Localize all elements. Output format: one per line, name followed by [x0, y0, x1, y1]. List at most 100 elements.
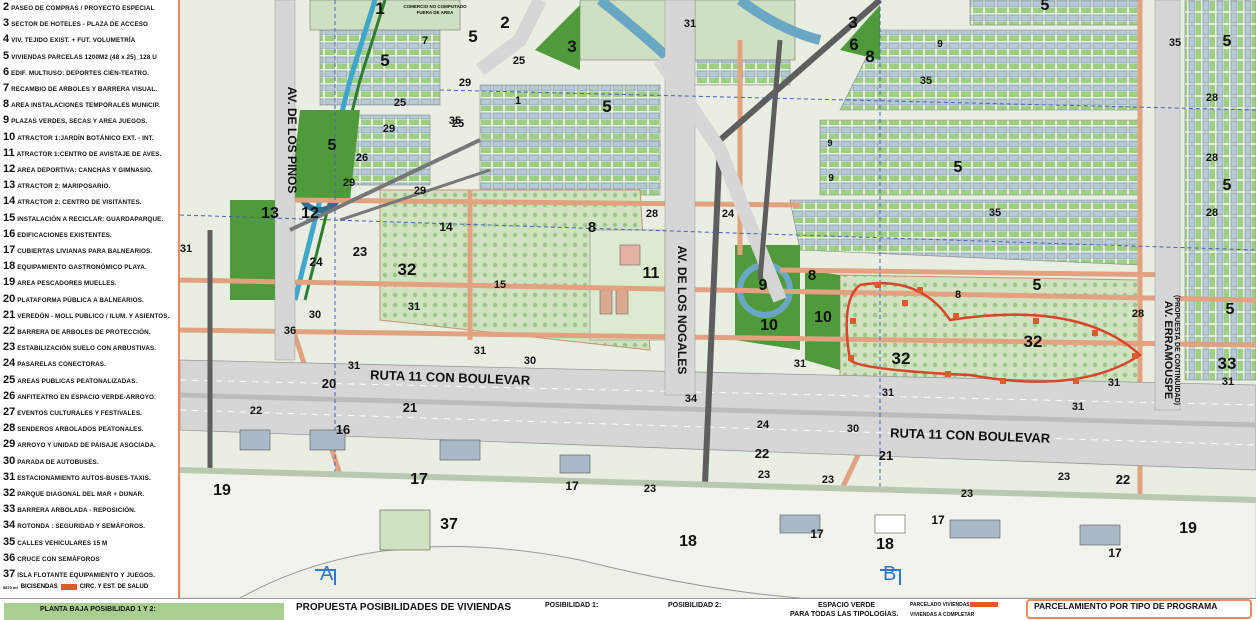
legend-item-text: EDIF. MULTIUSO: DEPORTES CIEN-TEATRO. — [11, 69, 149, 77]
legend-item-number: 2 — [3, 1, 10, 13]
planta-panel: PLANTA BAJA POSIBILIDAD 1 Y 2: — [4, 603, 284, 620]
zone-label: 9 — [937, 39, 943, 50]
legend-item: 21 VEREDÓN - MOLL PUBLICO / ILUM. Y ASIEN… — [3, 309, 169, 321]
legend-item-number: 28 — [3, 422, 16, 435]
zone-label: 29 — [414, 185, 426, 197]
legend-item-number: 21 — [3, 308, 16, 321]
zone-label: 17 — [1108, 546, 1122, 560]
site-plan-map: AV. DE LOS PINOS AV. DE LOS NOGALES AV. … — [180, 0, 1256, 598]
zone-label: 8 — [808, 267, 816, 284]
zone-label: 5 — [380, 51, 389, 70]
bicisendas-label: BICISENDAS — [20, 584, 58, 591]
zone-label: 17 — [565, 479, 579, 493]
legend-item-number: 9 — [3, 114, 10, 127]
legend-item-text: RECAMBIO DE ARBOLES Y BARRERA VISUAL. — [11, 86, 158, 93]
beach-pavilion-17 — [239, 429, 271, 451]
legend-item-text: EQUIPAMIENTO GASTRONÓMICO PLAYA. — [17, 264, 147, 272]
zone-label: 1 — [375, 0, 384, 18]
legend-item-text: EVENTOS CULTURALES Y FESTIVALES. — [17, 410, 142, 417]
bottom-info-strip: PLANTA BAJA POSIBILIDAD 1 Y 2: PROPUESTA… — [0, 598, 1256, 620]
legend-item: 5 VIVIENDAS PARCELAS 1200M2 (48 x 25)_128… — [3, 50, 157, 62]
legend-item: 2 PASEO DE COMPRAS / PROYECTO ESPECIAL — [3, 1, 154, 13]
zone-label: 26 — [356, 152, 368, 164]
legend-item-number: 29 — [3, 438, 16, 451]
legend-item-number: 26 — [3, 389, 16, 402]
legend-item-number: 37 — [3, 568, 16, 580]
legend-item: 27 EVENTOS CULTURALES Y FESTIVALES. — [3, 406, 142, 418]
pier-island-37 — [379, 509, 431, 551]
legend-item-number: 16 — [3, 227, 16, 240]
legend-item-number: 8 — [3, 98, 10, 111]
legend-item: 37 ISLA FLOTANTE EQUIPAMIENTO Y JUEGOS. — [3, 568, 155, 580]
zone-label: 31 — [348, 360, 360, 372]
zone-label: 28 — [1132, 308, 1144, 320]
legend-item-text: ESTABILIZACIÓN SUELO CON ARBUSTIVAS. — [17, 345, 157, 353]
legend-item-text: AREAS PUBLICAS PEATONALIZADAS. — [17, 377, 138, 385]
zone-label: 31 — [1222, 376, 1234, 388]
legend-item: 19 AREA PESCADORES MUELLES. — [3, 276, 117, 288]
zone-label: 23 — [758, 469, 770, 481]
zone-label: 35 — [449, 115, 461, 127]
legend-item-text: AREA DEPORTIVA: CANCHAS Y GIMNASIO. — [17, 167, 153, 174]
zone-label: 23 — [644, 483, 656, 495]
legend-item-text: ATRACTOR 1:JARDÍN BOTÁNICO EXT. - INT. — [17, 134, 154, 142]
zone-label: 5 — [328, 137, 337, 154]
zone-label: 5 — [1033, 277, 1042, 294]
zone-label: 8 — [955, 289, 961, 301]
residential-block — [479, 139, 661, 196]
zone-label: 31 — [1072, 401, 1084, 413]
legend-item-number: 15 — [3, 211, 16, 224]
zone-label: 5 — [1041, 0, 1050, 14]
residential-block — [839, 29, 1141, 111]
legend-item-text: PASARELAS CONECTORAS. — [17, 361, 106, 369]
zone-label: 13 — [261, 205, 279, 222]
parcelado-swatch — [970, 602, 998, 607]
legend-item-number: 11 — [3, 146, 15, 159]
zone-label: 19 — [1179, 520, 1197, 537]
top-note-1: COMERCIO NO COMPUTADO — [403, 4, 467, 9]
zone-label: 8 — [865, 47, 874, 66]
legend-item-number: 4 — [3, 33, 10, 46]
zone-label: 17 — [810, 527, 824, 541]
section-b-label: B — [883, 563, 896, 585]
zone-label: 29 — [459, 77, 471, 89]
zone-label: 2 — [500, 13, 509, 32]
zone-label: 31 — [474, 345, 486, 357]
planta-label: PLANTA BAJA POSIBILIDAD 1 Y 2: — [40, 606, 156, 613]
residential-block — [969, 0, 1141, 26]
beach-pavilion-17 — [559, 454, 591, 474]
zone-label: 31 — [1108, 377, 1120, 389]
residential-block — [1184, 0, 1256, 381]
zone-label: 11 — [643, 265, 660, 282]
beach-pavilion-17 — [1079, 524, 1121, 546]
zone-label: 1 — [515, 95, 521, 107]
legend-item: 20 PLATAFORMA PÚBLICA A BALNEARIOS. — [3, 293, 144, 305]
legend-item: 23 ESTABILIZACIÓN SUELO CON ARBUSTIVAS. — [3, 341, 156, 353]
salud-label: CIRC. Y EST. DE SALUD — [79, 584, 149, 591]
zone-label: 14 — [439, 220, 453, 234]
legend-panel: 2 PASEO DE COMPRAS / PROYECTO ESPECIAL 3 SE… — [0, 0, 180, 598]
legend-item-text: ARROYO Y UNIDAD DE PAISAJE ASOCIADA. — [17, 442, 157, 450]
legend-item-number: 10 — [3, 130, 16, 143]
zone-label: 30 — [847, 423, 859, 435]
legend-item: 31 ESTACIONAMIENTO AUTOS-BUSES-TAXIS. — [3, 471, 151, 483]
legend-item-text: AREA PESCADORES MUELLES. — [17, 280, 117, 288]
court — [619, 244, 641, 266]
legend-item-number: 34 — [3, 519, 16, 532]
legend-item: 8 AREA INSTALACIONES TEMPORALES MUNICIP. — [3, 98, 160, 110]
legend-item-number: 12 — [3, 163, 16, 175]
legend-item-text: ATRACTOR 2: MARIPOSARIO. — [17, 183, 111, 191]
espacio-verde-1: ESPACIO VERDE — [818, 602, 876, 609]
legend-item: 15 INSTALACIÓN A RECICLAR: GUARDAPARQUE. — [3, 212, 163, 224]
zone-label: 32 — [398, 260, 417, 279]
beach-pavilion-17 — [439, 439, 481, 461]
salud-swatch — [60, 584, 77, 591]
legend-item-number: 18 — [3, 260, 16, 273]
court — [615, 289, 629, 315]
legend-item: 14 ATRACTOR 2: CENTRO DE VISITANTES. — [3, 195, 142, 207]
legend-footer-row: 5870 ml BICISENDAS CIRC. Y EST. DE SALUD — [3, 584, 149, 591]
zone-label: 31 — [794, 358, 806, 370]
court — [599, 289, 613, 315]
legend-item: 16 EDIFICACIONES EXISTENTES. — [3, 228, 112, 240]
zone-label: 30 — [524, 355, 536, 367]
